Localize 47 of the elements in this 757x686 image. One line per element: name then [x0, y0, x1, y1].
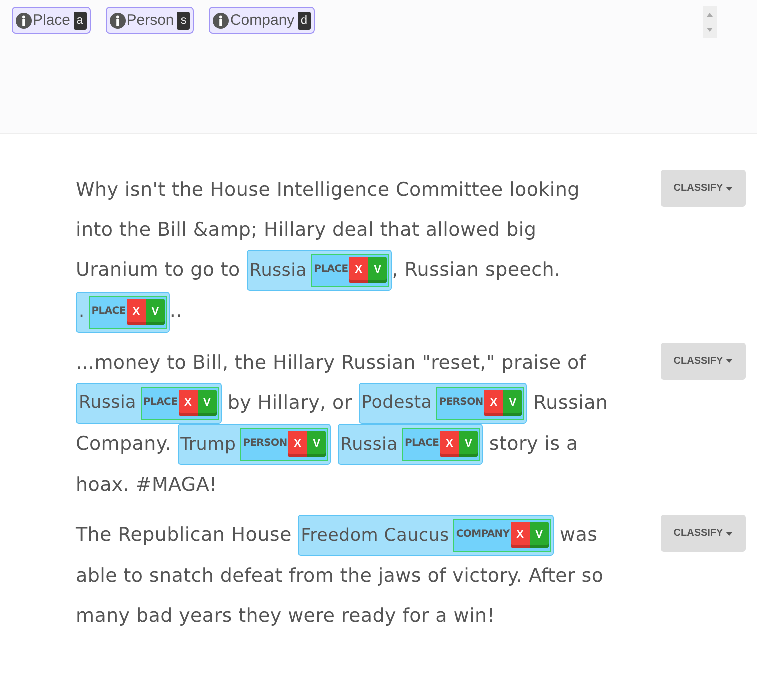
tweet-text: ...money to Bill, the Hillary Russian "reset," praise of Russia PLACE X V by Hillary, or Podesta PERSON X V Russian Company. Trump PERSON X V Russia PLACE X V story is a hoax. #MAGA!	[76, 350, 610, 498]
reject-button[interactable]: X	[126, 298, 146, 325]
entity-label: PERSON X V	[436, 386, 524, 420]
reject-button[interactable]: X	[510, 522, 530, 548]
accept-button[interactable]: V	[530, 522, 549, 548]
reject-button[interactable]: X	[349, 257, 368, 284]
accept-button[interactable]: V	[146, 298, 165, 325]
caret-icon	[726, 186, 734, 190]
scroll-spinner[interactable]	[703, 6, 717, 38]
reject-button[interactable]: X	[440, 431, 460, 458]
tweet-text: The Republican House Freedom Caucus COMPANY X V was able to snatch defeat from the jaws of victory. After so many bad years they were ready for a win!	[76, 515, 611, 636]
accept-button[interactable]: V	[307, 431, 326, 458]
reject-button[interactable]: X	[484, 390, 504, 416]
accept-button[interactable]: V	[459, 431, 478, 458]
classify-button[interactable]: CLASSIFY	[661, 342, 746, 380]
entity-tag: Podesta PERSON X V	[358, 382, 528, 424]
entity-label: PLACE X V	[140, 386, 219, 420]
caret-icon	[726, 532, 734, 536]
classify-button[interactable]: CLASSIFY	[661, 170, 746, 207]
classify-button[interactable]: CLASSIFY	[661, 515, 746, 552]
caret-icon	[726, 359, 734, 364]
entity-label: PERSON X V	[240, 428, 328, 462]
entity-label: COMPANY X V	[453, 519, 551, 552]
reject-button[interactable]: X	[178, 390, 198, 416]
info-icon	[213, 12, 230, 28]
entity-tag: Trump PERSON X V	[178, 424, 332, 466]
info-icon	[110, 12, 126, 28]
accept-button[interactable]: V	[198, 390, 217, 416]
label-button[interactable]: Person s	[106, 7, 194, 34]
shortcut-key: d	[298, 12, 311, 30]
accept-button[interactable]: V	[368, 257, 388, 284]
reject-button[interactable]: X	[288, 431, 308, 458]
shortcut-key: a	[74, 12, 87, 30]
entity-label: PLACE X V	[311, 254, 390, 288]
entity-tag: Freedom Caucus COMPANY X V	[298, 515, 554, 556]
shortcut-key: s	[177, 12, 190, 30]
accept-button[interactable]: V	[503, 390, 522, 416]
label-button[interactable]: Place a	[12, 7, 91, 34]
info-icon	[16, 12, 32, 28]
entity-tag: Russia PLACE X V	[246, 250, 392, 292]
label-button[interactable]: Company d	[209, 7, 315, 34]
entity-label: PLACE X V	[402, 428, 480, 462]
entity-tag: . PLACE X V	[76, 292, 170, 333]
tweet-text: Why isn't the House Intelligence Committee looking into the Bill &amp; Hillary deal that allowed big Uranium to go to Russia PLACE X V , Russian speech. . PLACE X V ..	[76, 170, 611, 333]
entity-tag: Russia PLACE X V	[338, 424, 484, 466]
entity-tag: Russia PLACE X V	[76, 382, 222, 424]
entity-label: PLACE X V	[88, 296, 167, 329]
